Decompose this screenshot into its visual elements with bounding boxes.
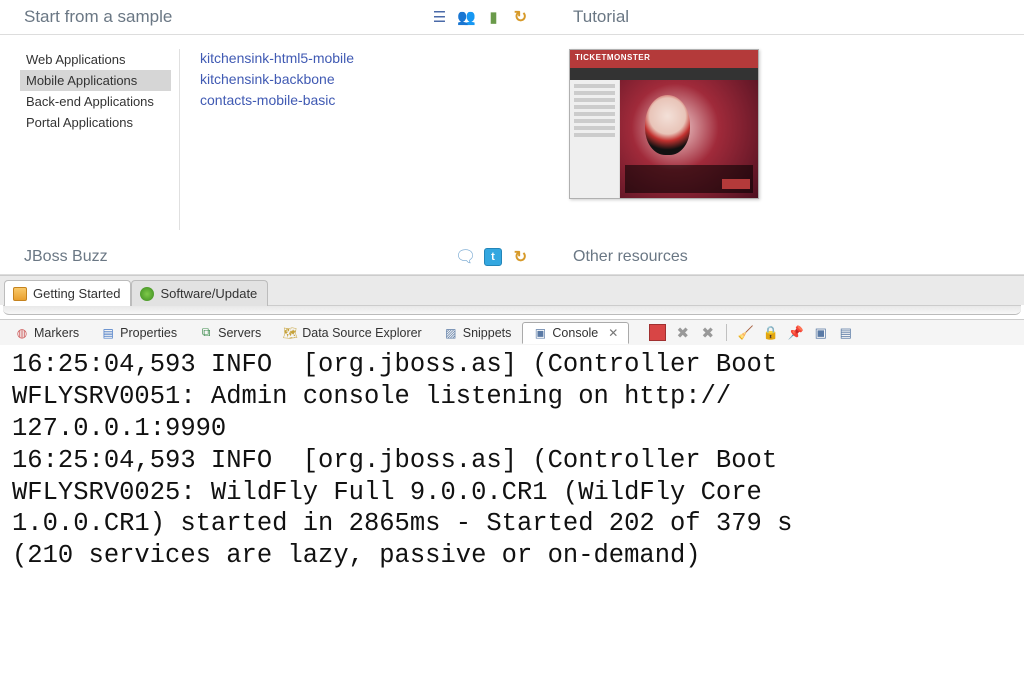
- tutorial-title: Tutorial: [573, 7, 629, 27]
- pin-console-button[interactable]: 📌: [787, 324, 804, 341]
- clear-console-button[interactable]: 🧹: [737, 324, 754, 341]
- update-icon: [140, 287, 154, 301]
- terminate-button[interactable]: [649, 324, 666, 341]
- view-label: Servers: [218, 326, 261, 340]
- category-item[interactable]: Portal Applications: [20, 112, 171, 133]
- doc-icon: [13, 287, 27, 301]
- view-label: Properties: [120, 326, 177, 340]
- open-console-button[interactable]: ▤: [837, 324, 854, 341]
- properties-icon: ▤: [101, 326, 115, 340]
- view-markers[interactable]: ◍ Markers: [4, 322, 90, 344]
- console-output[interactable]: 16:25:04,593 INFO [org.jboss.as] (Contro…: [0, 345, 1024, 576]
- console-icon: ▣: [533, 326, 547, 340]
- view-data-source-explorer[interactable]: 🗺 Data Source Explorer: [272, 322, 433, 344]
- sample-header-icons: ☰ 👥 ▮ ↻: [431, 9, 541, 26]
- sample-section: Start from a sample ☰ 👥 ▮ ↻ Web Applicat…: [0, 0, 555, 274]
- servers-icon: ⧉: [199, 326, 213, 340]
- tab-label: Getting Started: [33, 286, 120, 301]
- tab-getting-started[interactable]: Getting Started: [4, 280, 131, 306]
- sample-body: Web Applications Mobile Applications Bac…: [0, 35, 555, 240]
- tutorial-header: Tutorial: [555, 0, 1024, 35]
- tutorial-thumbnail[interactable]: TICKETMONSTER: [569, 49, 759, 199]
- panel-divider[interactable]: [3, 305, 1021, 315]
- view-label: Data Source Explorer: [302, 326, 422, 340]
- sample-link[interactable]: contacts-mobile-basic: [200, 91, 354, 109]
- refresh-icon[interactable]: ↻: [512, 9, 529, 26]
- buzz-icons: 🗨 t ↻: [457, 248, 541, 266]
- tutorial-section: Tutorial TICKETMONSTER: [555, 0, 1024, 274]
- close-icon[interactable]: ✕: [608, 326, 618, 340]
- snippets-icon: ▨: [444, 326, 458, 340]
- view-label: Snippets: [463, 326, 512, 340]
- other-header: Other resources: [555, 240, 1024, 274]
- display-console-button[interactable]: ▣: [812, 324, 829, 341]
- remove-all-button[interactable]: ✖: [699, 324, 716, 341]
- tab-label: Software/Update: [160, 286, 257, 301]
- view-console[interactable]: ▣ Console ✕: [522, 322, 629, 344]
- console-toolbar: ✖ ✖ 🧹 🔒 📌 ▣ ▤: [649, 324, 854, 341]
- category-item[interactable]: Mobile Applications: [20, 70, 171, 91]
- tab-software-update[interactable]: Software/Update: [131, 280, 268, 306]
- scroll-lock-button[interactable]: 🔒: [762, 324, 779, 341]
- twitter-icon[interactable]: t: [484, 248, 502, 266]
- thumb-title: TICKETMONSTER: [570, 50, 758, 68]
- view-properties[interactable]: ▤ Properties: [90, 322, 188, 344]
- sample-link[interactable]: kitchensink-html5-mobile: [200, 49, 354, 67]
- sample-title: Start from a sample: [24, 7, 172, 27]
- view-servers[interactable]: ⧉ Servers: [188, 322, 272, 344]
- category-item[interactable]: Back-end Applications: [20, 91, 171, 112]
- buzz-title: JBoss Buzz: [24, 248, 108, 266]
- sample-header: Start from a sample ☰ 👥 ▮ ↻: [0, 0, 555, 35]
- thumb-nav: [570, 68, 758, 80]
- thumb-hero: [620, 80, 758, 198]
- datasource-icon: 🗺: [283, 326, 297, 340]
- thumb-sidebar: [570, 80, 620, 198]
- category-item[interactable]: Web Applications: [20, 49, 171, 70]
- view-label: Console: [552, 326, 598, 340]
- editor-tabbar: Getting Started Software/Update: [0, 275, 1024, 305]
- people-icon[interactable]: 👥: [458, 9, 475, 26]
- refresh-icon[interactable]: ↻: [512, 248, 529, 265]
- remove-launch-button[interactable]: ✖: [674, 324, 691, 341]
- tutorial-body: TICKETMONSTER: [555, 35, 1024, 240]
- category-list: Web Applications Mobile Applications Bac…: [20, 49, 180, 230]
- view-snippets[interactable]: ▨ Snippets: [433, 322, 523, 344]
- views-tabbar: ◍ Markers ▤ Properties ⧉ Servers 🗺 Data …: [0, 319, 1024, 345]
- device-icon[interactable]: ▮: [485, 9, 502, 26]
- other-title: Other resources: [573, 248, 688, 266]
- comments-icon[interactable]: 🗨: [457, 248, 474, 265]
- list-icon[interactable]: ☰: [431, 9, 448, 26]
- markers-icon: ◍: [15, 326, 29, 340]
- view-label: Markers: [34, 326, 79, 340]
- sample-list: kitchensink-html5-mobile kitchensink-bac…: [180, 49, 354, 230]
- welcome-panel: Start from a sample ☰ 👥 ▮ ↻ Web Applicat…: [0, 0, 1024, 275]
- sample-link[interactable]: kitchensink-backbone: [200, 70, 354, 88]
- buzz-header: JBoss Buzz 🗨 t ↻: [0, 240, 555, 274]
